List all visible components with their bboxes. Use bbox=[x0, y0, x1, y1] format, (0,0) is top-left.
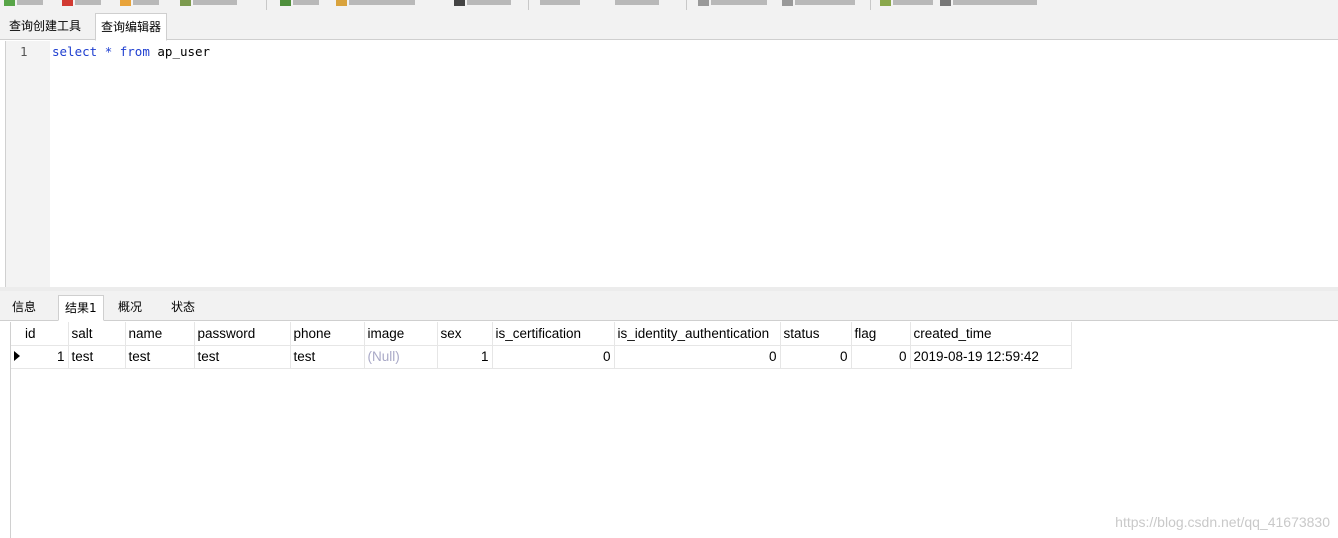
cell-image[interactable]: (Null) bbox=[364, 345, 438, 369]
format-icon bbox=[180, 0, 191, 6]
load-icon bbox=[336, 0, 347, 6]
uncomment-icon bbox=[782, 0, 793, 6]
sql-keyword-from: from bbox=[119, 44, 150, 59]
new-query-icon bbox=[280, 0, 291, 6]
column-header-created-time[interactable]: created_time bbox=[910, 322, 1072, 346]
result-grid[interactable]: id salt name password phone image sex is… bbox=[10, 322, 1338, 538]
cell-is-certification[interactable]: 0 bbox=[492, 345, 615, 369]
column-header-password[interactable]: password bbox=[194, 322, 291, 346]
header-row: id salt name password phone image sex is… bbox=[11, 322, 1072, 346]
tab-info[interactable]: 信息 bbox=[6, 295, 42, 320]
cell-is-identity-authentication[interactable]: 0 bbox=[614, 345, 781, 369]
toolbar-separator bbox=[686, 0, 687, 10]
toolbar-button-explain[interactable] bbox=[120, 0, 159, 7]
column-header-salt[interactable]: salt bbox=[68, 322, 126, 346]
sql-keyword-select: select bbox=[52, 44, 98, 59]
cell-id[interactable]: 1 bbox=[11, 345, 69, 369]
result-table: id salt name password phone image sex is… bbox=[11, 322, 1072, 369]
line-number: 1 bbox=[20, 44, 28, 59]
sql-code-line[interactable]: select * from ap_user bbox=[52, 44, 210, 59]
stop-icon bbox=[62, 0, 73, 6]
cell-status[interactable]: 0 bbox=[780, 345, 852, 369]
sql-editor[interactable]: 1 select * from ap_user bbox=[5, 41, 1338, 287]
toolbar-button-format[interactable] bbox=[180, 0, 237, 7]
run-icon bbox=[4, 0, 15, 6]
sql-table-name: ap_user bbox=[157, 44, 211, 59]
toolbar-button-uncomment[interactable] bbox=[782, 0, 855, 7]
cell-password[interactable]: test bbox=[194, 345, 291, 369]
cell-name[interactable]: test bbox=[125, 345, 195, 369]
toolbar-separator bbox=[266, 0, 267, 10]
toolbar-button-new[interactable] bbox=[280, 0, 319, 7]
toolbar-separator bbox=[870, 0, 871, 10]
column-header-status[interactable]: status bbox=[780, 322, 852, 346]
tab-query-editor[interactable]: 查询编辑器 bbox=[95, 13, 168, 41]
column-header-is-certification[interactable]: is_certification bbox=[492, 322, 615, 346]
column-header-is-identity-authentication[interactable]: is_identity_authentication bbox=[614, 322, 781, 346]
toolbar-button-export[interactable] bbox=[880, 0, 933, 7]
export-icon bbox=[880, 0, 891, 6]
toolbar-button-export-selected[interactable] bbox=[940, 0, 1037, 7]
cell-salt[interactable]: test bbox=[68, 345, 126, 369]
tab-status[interactable]: 状态 bbox=[165, 295, 201, 320]
sql-wildcard: * bbox=[104, 44, 113, 59]
toolbar-button-stop[interactable] bbox=[62, 0, 101, 7]
column-header-phone[interactable]: phone bbox=[290, 322, 365, 346]
tab-profile[interactable]: 概况 bbox=[112, 295, 148, 320]
cell-flag[interactable]: 0 bbox=[851, 345, 911, 369]
result-tab-strip: 信息 结果1 概况 状态 bbox=[0, 291, 1338, 321]
toolbar-button-save[interactable] bbox=[454, 0, 511, 7]
toolbar-button-replace[interactable] bbox=[615, 0, 659, 7]
toolbar-button-find[interactable] bbox=[540, 0, 580, 7]
line-number-gutter: 1 bbox=[6, 41, 50, 287]
column-header-image[interactable]: image bbox=[364, 322, 438, 346]
tab-query-builder[interactable]: 查询创建工具 bbox=[4, 13, 86, 39]
toolbar-separator bbox=[528, 0, 529, 10]
toolbar-button-run[interactable] bbox=[4, 0, 43, 7]
column-header-flag[interactable]: flag bbox=[851, 322, 911, 346]
tab-result-1[interactable]: 结果1 bbox=[58, 295, 104, 321]
save-icon bbox=[454, 0, 465, 6]
export-selected-icon bbox=[940, 0, 951, 6]
table-row[interactable]: 1 test test test test (Null) 1 0 0 0 0 2… bbox=[11, 345, 1072, 369]
cell-phone[interactable]: test bbox=[290, 345, 365, 369]
cell-sex[interactable]: 1 bbox=[437, 345, 493, 369]
column-header-sex[interactable]: sex bbox=[437, 322, 493, 346]
toolbar-button-comment[interactable] bbox=[698, 0, 767, 7]
column-header-name[interactable]: name bbox=[125, 322, 195, 346]
query-tab-strip: 查询创建工具 查询编辑器 bbox=[0, 10, 1338, 41]
watermark-text: https://blog.csdn.net/qq_41673830 bbox=[1115, 514, 1330, 530]
explain-icon bbox=[120, 0, 131, 6]
comment-icon bbox=[698, 0, 709, 6]
column-header-id[interactable]: id bbox=[11, 322, 69, 346]
toolbar-button-load[interactable] bbox=[336, 0, 415, 7]
cell-created-time[interactable]: 2019-08-19 12:59:42 bbox=[910, 345, 1072, 369]
